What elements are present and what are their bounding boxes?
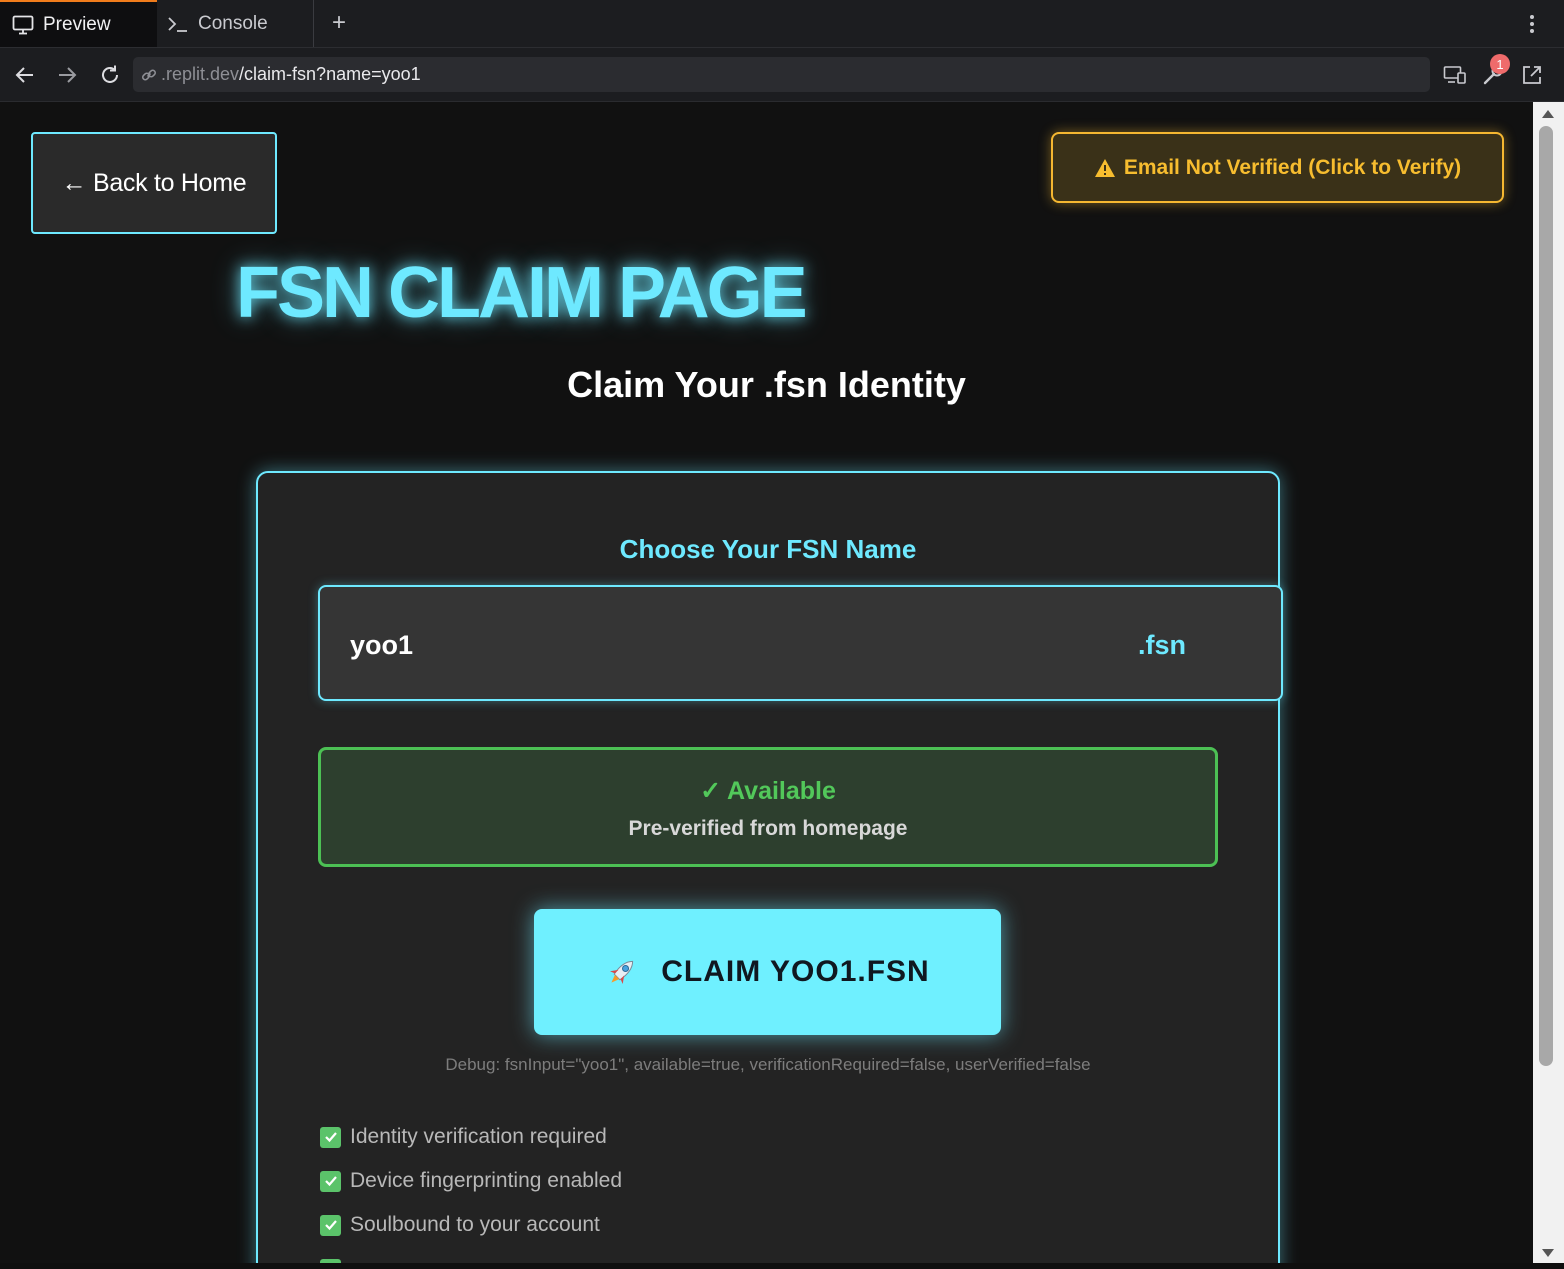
page-viewport: ← Back to Home Email Not Verified (Click… — [0, 102, 1533, 1263]
tab-console-label: Console — [198, 12, 268, 34]
feature-item: Soulbound to your account — [320, 1210, 600, 1240]
browser-tab-bar: Preview Console + — [0, 0, 1564, 48]
checkmark-icon — [320, 1170, 341, 1192]
url-domain: .replit.dev — [161, 64, 240, 84]
availability-title: ✓ Available — [700, 777, 836, 805]
feature-label: Identity verification required — [350, 1125, 607, 1148]
warning-icon — [1094, 158, 1116, 178]
back-arrow-icon[interactable] — [11, 61, 39, 89]
tab-console[interactable]: Console — [157, 0, 313, 47]
checkmark-icon — [320, 1126, 341, 1148]
back-to-home-button[interactable]: ← Back to Home — [31, 132, 277, 234]
forward-arrow-icon[interactable] — [53, 61, 81, 89]
monitor-icon — [12, 14, 34, 36]
scroll-down-icon[interactable] — [1542, 1249, 1554, 1257]
scroll-up-icon[interactable] — [1542, 110, 1554, 118]
tab-preview[interactable]: Preview — [0, 0, 157, 47]
more-options-icon[interactable] — [1520, 12, 1544, 36]
feature-item: Device fingerprinting enabled — [320, 1166, 622, 1196]
verify-email-label: Email Not Verified (Click to Verify) — [1123, 155, 1462, 179]
claim-button[interactable]: CLAIM YOO1.FSN — [534, 909, 1001, 1035]
devtools-badge: 1 — [1490, 54, 1510, 74]
terminal-icon — [167, 13, 189, 35]
feature-item-partial — [320, 1254, 350, 1263]
fsn-name-field[interactable]: .fsn — [318, 585, 1283, 701]
feature-label: Soulbound to your account — [350, 1213, 600, 1236]
feature-label: Device fingerprinting enabled — [350, 1169, 623, 1192]
availability-subtitle: Pre-verified from homepage — [628, 817, 908, 840]
address-bar[interactable]: .replit.dev/claim-fsn?name=yoo1 — [133, 57, 1430, 92]
debug-text: Debug: fsnInput="yoo1", available=true, … — [445, 1055, 1091, 1074]
availability-status: ✓ Available Pre-verified from homepage — [318, 747, 1218, 867]
browser-nav-bar: .replit.dev/claim-fsn?name=yoo1 1 — [0, 48, 1564, 102]
checkmark-icon — [320, 1258, 341, 1263]
page-title: FSN CLAIM PAGE — [236, 253, 808, 333]
new-tab-button[interactable]: + — [326, 9, 352, 36]
choose-name-label: Choose Your FSN Name — [619, 534, 917, 564]
fsn-name-input[interactable] — [350, 625, 1050, 665]
open-external-icon[interactable] — [1518, 61, 1546, 89]
link-icon — [141, 67, 157, 83]
page-subtitle: Claim Your .fsn Identity — [567, 364, 966, 405]
tab-preview-label: Preview — [43, 13, 111, 35]
reload-icon[interactable] — [96, 61, 124, 89]
page-scrollbar[interactable] — [1533, 102, 1564, 1263]
tab-divider — [313, 0, 314, 47]
fsn-suffix: .fsn — [1138, 630, 1187, 660]
url-path: /claim-fsn?name=yoo1 — [239, 64, 421, 84]
verify-email-button[interactable]: Email Not Verified (Click to Verify) — [1051, 132, 1504, 203]
devices-icon[interactable] — [1441, 61, 1469, 89]
checkmark-icon — [320, 1214, 341, 1236]
feature-item: Identity verification required — [320, 1122, 607, 1152]
scrollbar-thumb[interactable] — [1539, 126, 1553, 1066]
claim-button-label: CLAIM YOO1.FSN — [661, 955, 930, 988]
rocket-icon — [605, 955, 639, 989]
